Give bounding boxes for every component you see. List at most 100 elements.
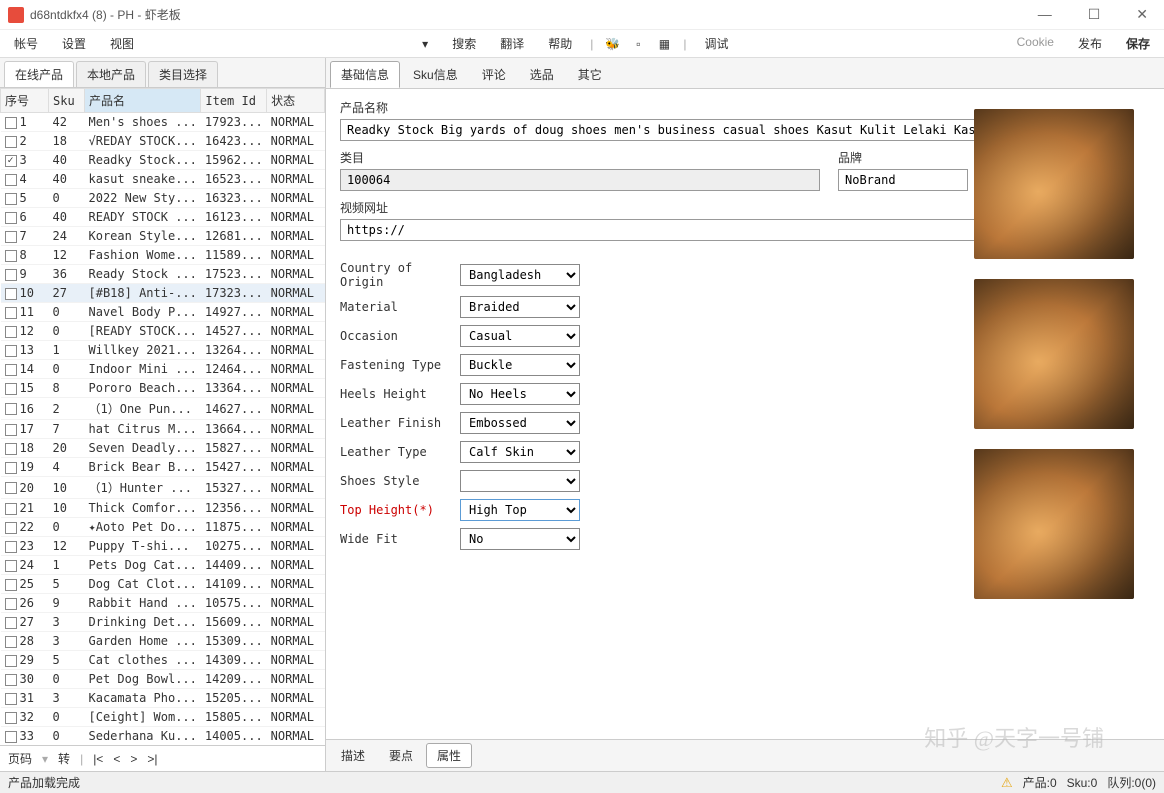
table-row[interactable]: 330Sederhana Ku...14005...NORMAL [1,727,325,746]
row-checkbox[interactable] [5,636,17,648]
tab-selection[interactable]: 选品 [519,61,565,88]
row-checkbox[interactable] [5,712,17,724]
attr-select[interactable]: Braided [460,296,580,318]
table-row[interactable]: 220✦Aoto Pet Do...11875...NORMAL [1,518,325,537]
row-checkbox[interactable] [5,462,17,474]
row-checkbox[interactable] [5,503,17,515]
row-checkbox[interactable] [5,269,17,281]
video-url-input[interactable] [340,219,1040,241]
table-row[interactable]: 218√REDAY STOCK...16423...NORMAL [1,132,325,151]
row-checkbox[interactable] [5,731,17,743]
table-row[interactable]: 110Navel Body P...14927...NORMAL [1,303,325,322]
grid-icon[interactable]: ▦ [657,37,671,51]
table-row[interactable]: 812Fashion Wome...11589...NORMAL [1,246,325,265]
row-checkbox[interactable] [5,193,17,205]
row-checkbox[interactable] [5,326,17,338]
row-checkbox[interactable] [5,383,17,395]
table-row[interactable]: 269Rabbit Hand ...10575...NORMAL [1,594,325,613]
row-checkbox[interactable] [5,560,17,572]
row-checkbox[interactable] [5,307,17,319]
table-row[interactable]: 120[READY STOCK...14527...NORMAL [1,322,325,341]
product-image-3[interactable] [974,449,1134,599]
menu-publish[interactable]: 发布 [1072,31,1108,56]
menu-translate[interactable]: 翻译 [494,31,530,56]
table-row[interactable]: 313Kacamata Pho...15205...NORMAL [1,689,325,708]
table-row[interactable]: 2010（1）Hunter ...15327...NORMAL [1,477,325,499]
col-header[interactable]: Sku [49,89,85,113]
pager-first[interactable]: |< [93,752,103,766]
tab-category-select[interactable]: 类目选择 [148,61,218,87]
menu-cookie[interactable]: Cookie [1011,31,1060,56]
tab-basic-info[interactable]: 基础信息 [330,61,400,88]
attr-select[interactable]: Embossed [460,412,580,434]
product-name-input[interactable] [340,119,1040,141]
row-checkbox[interactable] [5,288,17,300]
attr-select[interactable]: Casual [460,325,580,347]
category-input[interactable] [340,169,820,191]
tab-points[interactable]: 要点 [378,743,424,768]
tab-description[interactable]: 描述 [330,743,376,768]
col-header[interactable]: 序号 [1,89,49,113]
row-checkbox[interactable] [5,364,17,376]
pager-last[interactable]: >| [147,752,157,766]
table-row[interactable]: ✓340Readky Stock...15962...NORMAL [1,151,325,170]
table-row[interactable]: 241Pets Dog Cat...14409...NORMAL [1,556,325,575]
row-checkbox[interactable] [5,482,17,494]
table-row[interactable]: 1820Seven Deadly...15827...NORMAL [1,439,325,458]
row-checkbox[interactable] [5,674,17,686]
tab-reviews[interactable]: 评论 [471,61,517,88]
row-checkbox[interactable] [5,250,17,262]
table-row[interactable]: 283Garden Home ...15309...NORMAL [1,632,325,651]
pager-next[interactable]: > [130,752,137,766]
menu-search[interactable]: 搜索 [446,31,482,56]
tab-sku-info[interactable]: Sku信息 [402,61,469,88]
brand-input[interactable] [838,169,968,191]
menu-account[interactable]: 帐号 [8,31,44,56]
tab-online-products[interactable]: 在线产品 [4,61,74,87]
row-checkbox[interactable] [5,541,17,553]
row-checkbox[interactable] [5,117,17,129]
table-row[interactable]: 320[Ceight] Wom...15805...NORMAL [1,708,325,727]
menu-settings[interactable]: 设置 [56,31,92,56]
row-checkbox[interactable]: ✓ [5,155,17,167]
attr-select[interactable]: Bangladesh [460,264,580,286]
table-row[interactable]: 255Dog Cat Clot...14109...NORMAL [1,575,325,594]
table-row[interactable]: 194Brick Bear B...15427...NORMAL [1,458,325,477]
pager-prev[interactable]: < [113,752,120,766]
product-image-2[interactable] [974,279,1134,429]
pager-turn-label[interactable]: 转 [58,750,70,767]
menu-debug[interactable]: 调试 [698,31,734,56]
tab-attributes[interactable]: 属性 [426,743,472,768]
table-row[interactable]: 640READY STOCK ...16123...NORMAL [1,208,325,227]
table-row[interactable]: 936Ready Stock ...17523...NORMAL [1,265,325,284]
attr-select[interactable]: Buckle [460,354,580,376]
row-checkbox[interactable] [5,212,17,224]
row-checkbox[interactable] [5,443,17,455]
row-checkbox[interactable] [5,424,17,436]
table-row[interactable]: 440kasut sneake...16523...NORMAL [1,170,325,189]
row-checkbox[interactable] [5,403,17,415]
row-checkbox[interactable] [5,136,17,148]
row-checkbox[interactable] [5,231,17,243]
table-row[interactable]: 142Men's shoes ...17923...NORMAL [1,113,325,132]
menu-save[interactable]: 保存 [1120,31,1156,56]
close-button[interactable]: ✕ [1128,2,1156,27]
table-row[interactable]: 273Drinking Det...15609...NORMAL [1,613,325,632]
row-checkbox[interactable] [5,174,17,186]
col-header[interactable]: Item Id [201,89,267,113]
row-checkbox[interactable] [5,693,17,705]
pager-page-label[interactable]: 页码 [8,750,32,767]
menu-help[interactable]: 帮助 [542,31,578,56]
menu-dropdown[interactable]: ▾ [416,33,434,55]
maximize-button[interactable]: ☐ [1080,2,1109,27]
table-row[interactable]: 1027[#B18] Anti-...17323...NORMAL [1,284,325,303]
tab-local-products[interactable]: 本地产品 [76,61,146,87]
tab-other[interactable]: 其它 [567,61,613,88]
row-checkbox[interactable] [5,579,17,591]
table-row[interactable]: 177hat Citrus M...13664...NORMAL [1,420,325,439]
table-row[interactable]: 2312Puppy T-shi...10275...NORMAL [1,537,325,556]
product-table-wrap[interactable]: 序号Sku产品名Item Id状态 142Men's shoes ...1792… [0,88,325,745]
table-row[interactable]: 131Willkey 2021...13264...NORMAL [1,341,325,360]
row-checkbox[interactable] [5,598,17,610]
attr-select[interactable]: High Top [460,499,580,521]
